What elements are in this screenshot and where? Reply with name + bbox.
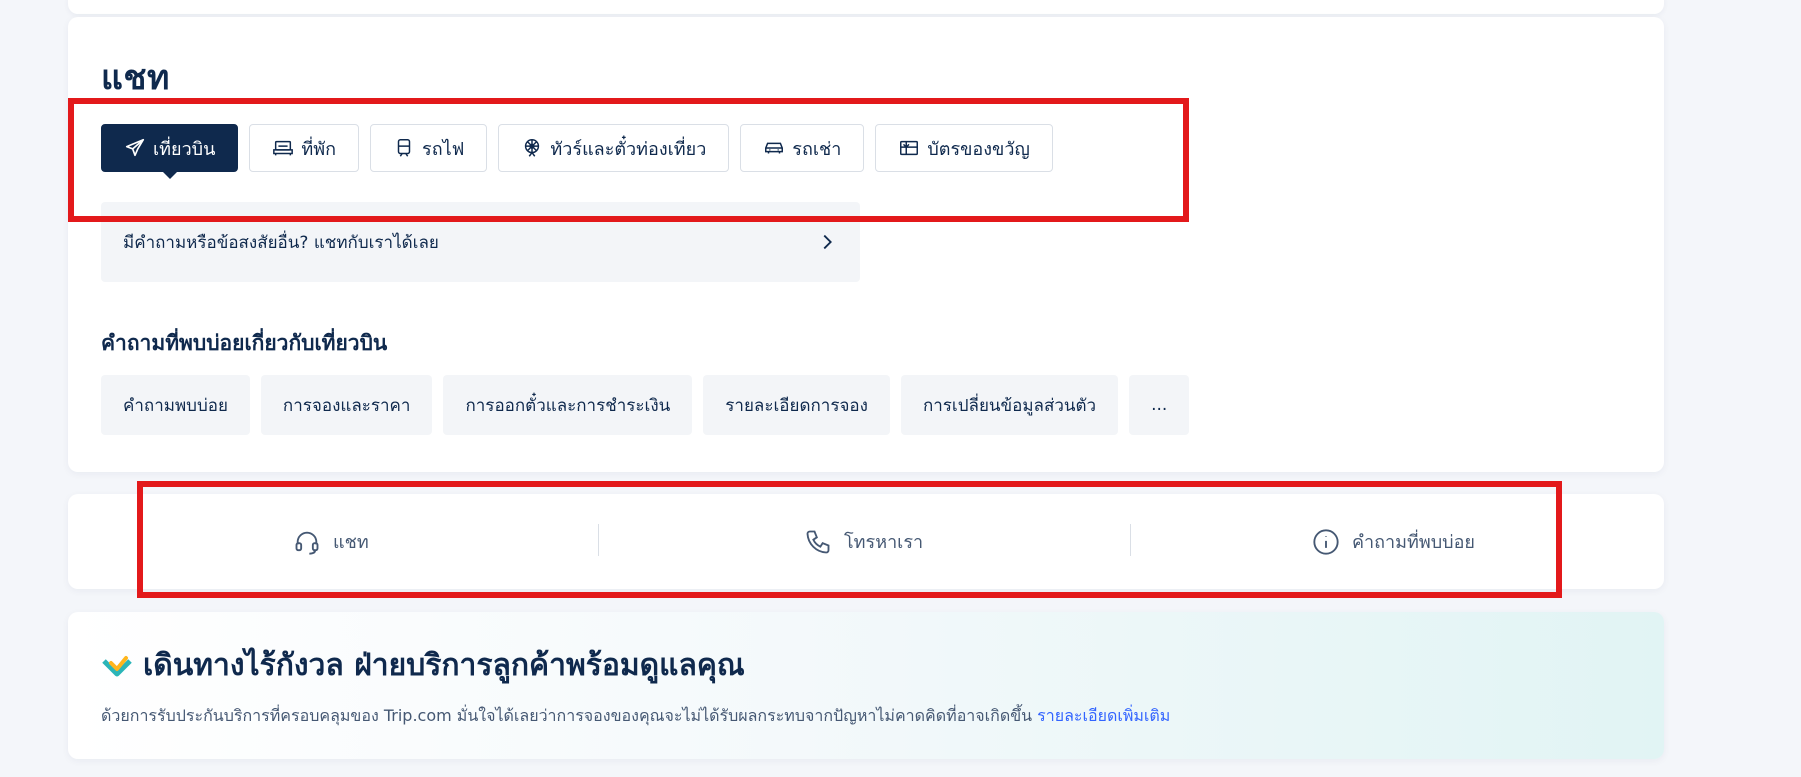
chat-card: แชท เที่ยวบิน ที่พัก รถไฟ ทัวร์และตั๋วท่… bbox=[68, 17, 1664, 472]
tab-trains[interactable]: รถไฟ bbox=[370, 124, 488, 172]
tab-car-rental[interactable]: รถเช่า bbox=[740, 124, 865, 172]
chat-title: แชท bbox=[101, 58, 170, 98]
tab-flights[interactable]: เที่ยวบิน bbox=[101, 124, 239, 179]
contact-divider bbox=[598, 524, 599, 556]
faq-chips: คำถามพบบ่อย การจองและราคา การออกตั๋วและก… bbox=[101, 375, 1190, 435]
contact-divider bbox=[1130, 524, 1131, 556]
tab-label: เที่ยวบิน bbox=[153, 138, 216, 160]
promo-title-text: เดินทางไร้กังวล ฝ่ายบริการลูกค้าพร้อมดูแ… bbox=[143, 648, 745, 683]
faq-chip-personal-info[interactable]: การเปลี่ยนข้อมูลส่วนตัว bbox=[900, 375, 1119, 435]
tab-tours[interactable]: ทัวร์และตั๋วท่องเที่ยว bbox=[498, 124, 730, 172]
tab-label: บัตรของขวัญ bbox=[927, 138, 1030, 160]
phone-icon bbox=[806, 530, 830, 553]
product-tabs: เที่ยวบิน ที่พัก รถไฟ ทัวร์และตั๋วท่องเท… bbox=[101, 124, 1053, 179]
contact-faq-label: คำถามที่พบบ่อย bbox=[1352, 532, 1475, 553]
chat-link-text: มีคำถามหรือข้อสงสัยอื่น? แชทกับเราได้เลย bbox=[123, 232, 439, 253]
heart-check-icon bbox=[102, 655, 132, 676]
train-icon bbox=[397, 139, 411, 157]
gift-card-icon bbox=[900, 140, 919, 156]
tab-label: รถเช่า bbox=[792, 138, 842, 160]
faq-section-title: คำถามที่พบบ่อยเกี่ยวกับเที่ยวบิน bbox=[101, 331, 388, 355]
tab-label: ที่พัก bbox=[301, 138, 337, 160]
chat-with-us-link[interactable]: มีคำถามหรือข้อสงสัยอื่น? แชทกับเราได้เลย bbox=[101, 202, 860, 282]
tab-label: ทัวร์และตั๋วท่องเที่ยว bbox=[550, 138, 707, 160]
bed-icon bbox=[273, 140, 294, 156]
faq-chip-common[interactable]: คำถามพบบ่อย bbox=[101, 375, 250, 435]
contact-call-button[interactable]: โทรหาเรา bbox=[804, 494, 923, 589]
headset-icon bbox=[295, 531, 319, 555]
chevron-right-icon bbox=[823, 234, 832, 250]
contact-call-label: โทรหาเรา bbox=[844, 532, 924, 553]
contact-faq-button[interactable]: คำถามที่พบบ่อย bbox=[1312, 494, 1475, 589]
faq-chip-ticketing-payment[interactable]: การออกตั๋วและการชำระเงิน bbox=[443, 375, 693, 435]
promo-more-details-link[interactable]: รายละเอียดเพิ่มเติม bbox=[1037, 706, 1170, 725]
tab-hotels[interactable]: ที่พัก bbox=[249, 124, 360, 172]
promo-description: ด้วยการรับประกันบริการที่ครอบคลุมของ Tri… bbox=[101, 704, 1170, 729]
contact-chat-label: แชท bbox=[333, 532, 369, 553]
tab-gift-cards[interactable]: บัตรของขวัญ bbox=[875, 124, 1053, 172]
faq-chip-booking-price[interactable]: การจองและราคา bbox=[260, 375, 433, 435]
contact-card: แชท โทรหาเรา คำถามที่พบบ่อย bbox=[68, 494, 1664, 589]
promo-text: ด้วยการรับประกันบริการที่ครอบคลุมของ Tri… bbox=[101, 706, 1033, 725]
service-guarantee-card: เดินทางไร้กังวล ฝ่ายบริการลูกค้าพร้อมดูแ… bbox=[68, 612, 1664, 759]
ferris-wheel-icon bbox=[525, 139, 540, 157]
contact-chat-button[interactable]: แชท bbox=[293, 494, 369, 589]
car-icon bbox=[765, 142, 784, 154]
faq-chip-booking-details[interactable]: รายละเอียดการจอง bbox=[703, 375, 890, 435]
info-icon bbox=[1313, 528, 1339, 555]
airplane-icon bbox=[125, 138, 145, 157]
promo-title: เดินทางไร้กังวล ฝ่ายบริการลูกค้าพร้อมดูแ… bbox=[101, 642, 745, 689]
faq-chip-more[interactable]: ... bbox=[1129, 375, 1190, 435]
previous-card bbox=[68, 0, 1664, 14]
tab-label: รถไฟ bbox=[422, 138, 465, 160]
